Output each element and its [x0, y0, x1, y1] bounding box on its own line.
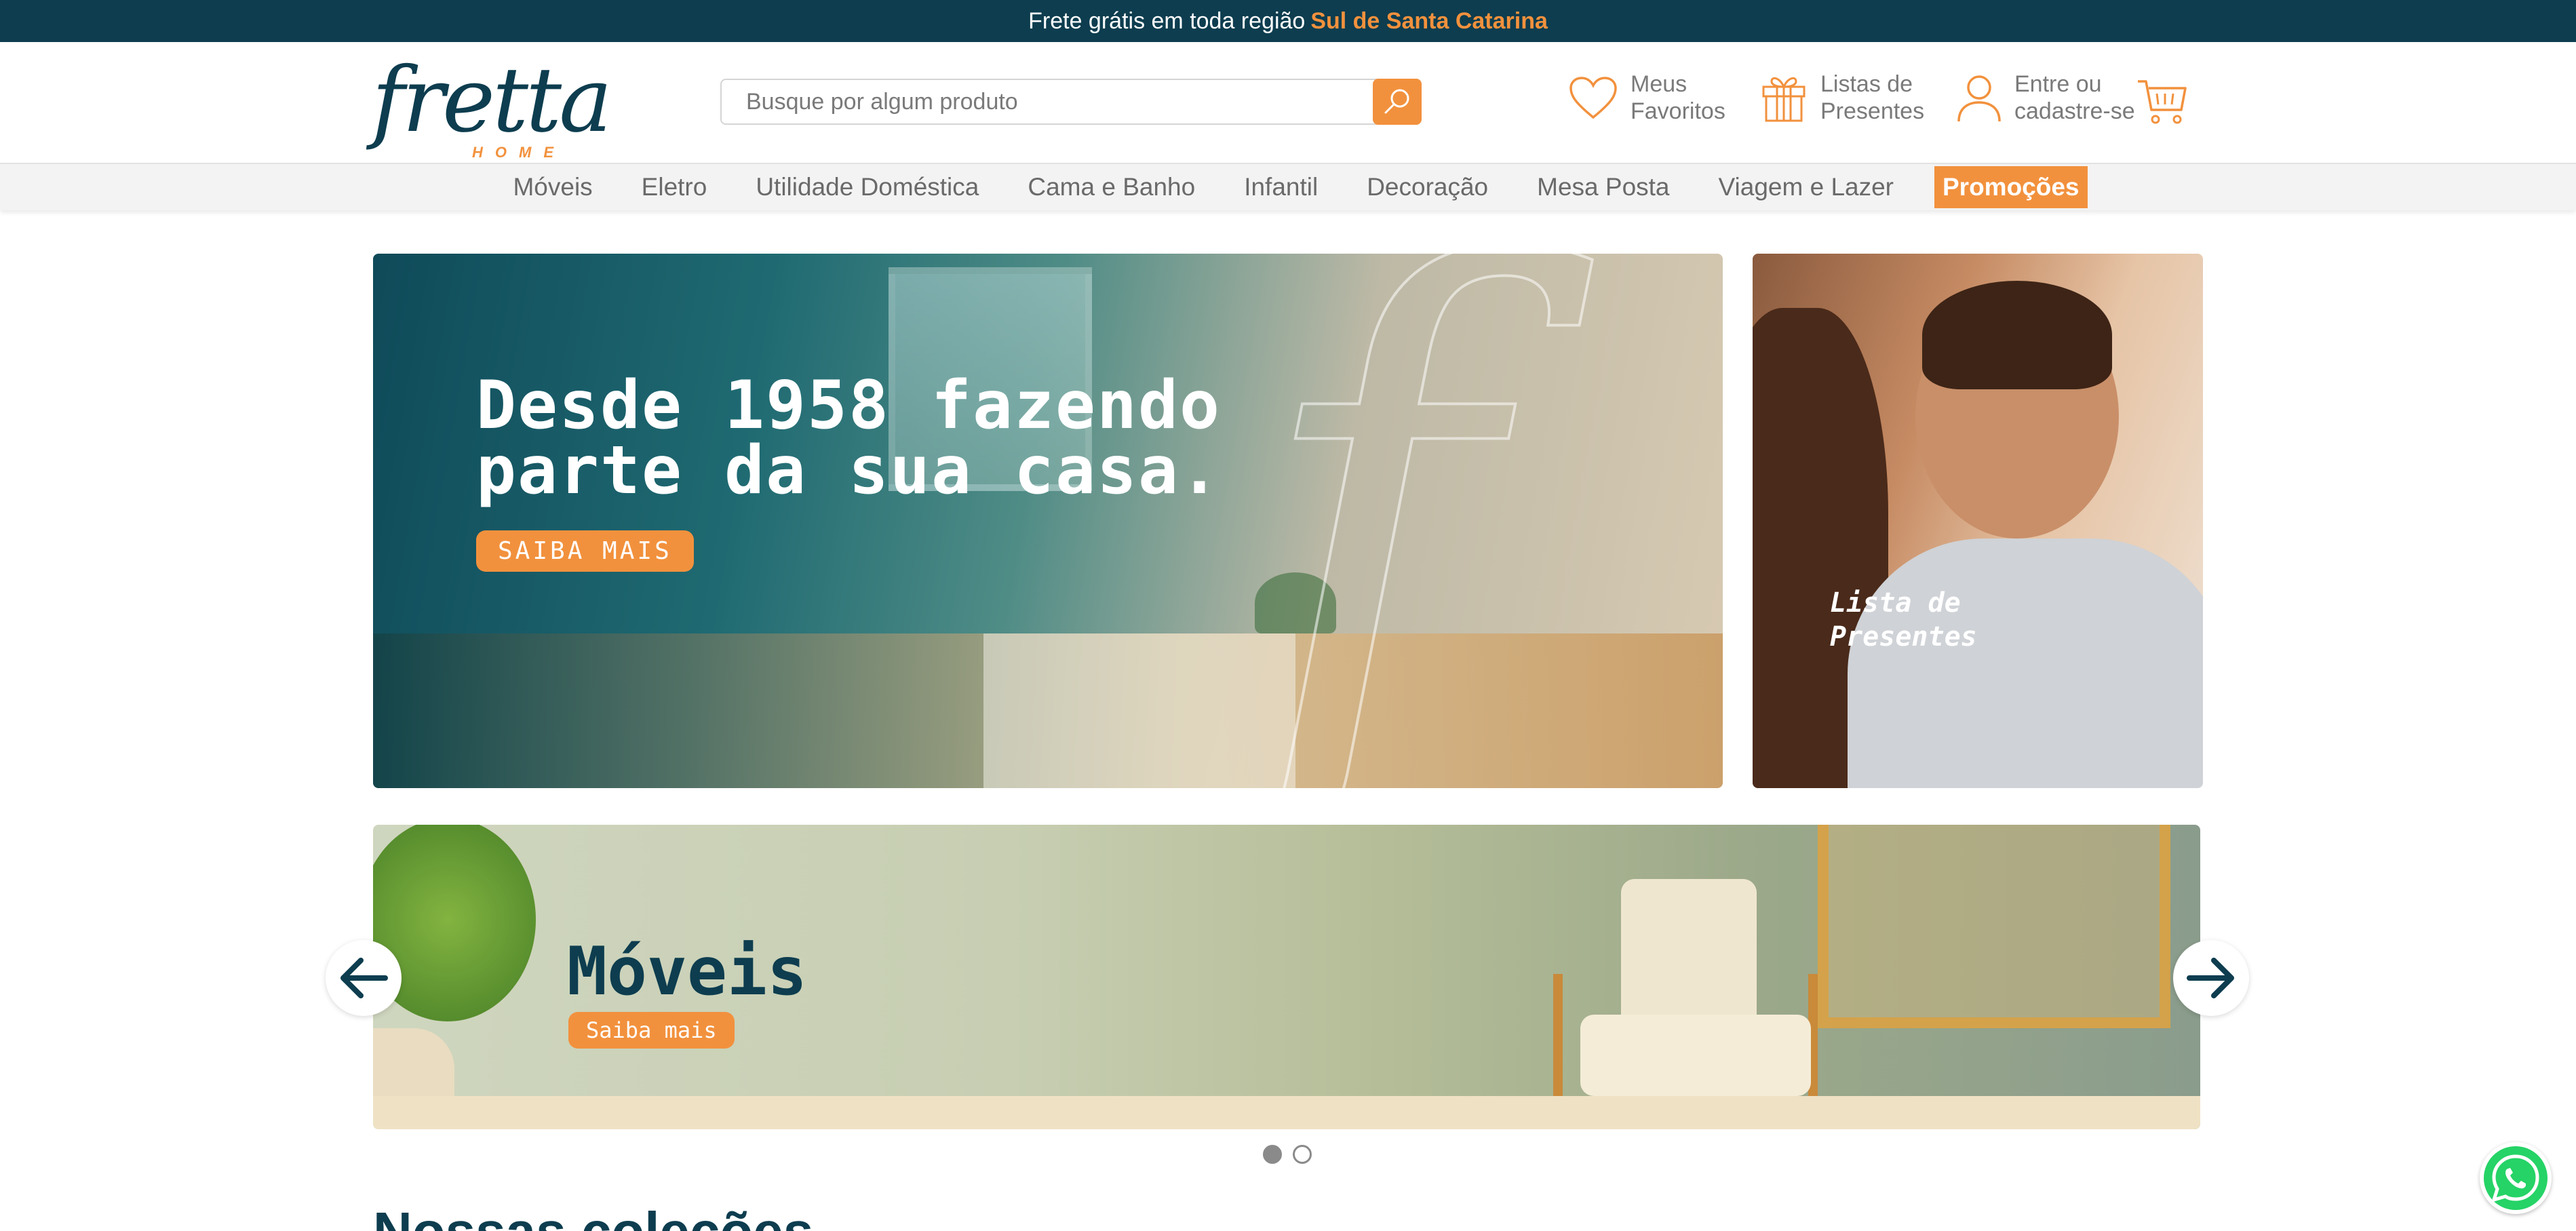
- user-icon: [1957, 75, 2001, 122]
- heart-icon: [1569, 77, 1617, 119]
- nav-item-mesa-posta[interactable]: Mesa Posta: [1513, 166, 1694, 208]
- announcement-bar: Frete grátis em toda região Sul de Santa…: [0, 0, 2576, 42]
- arrow-left-icon: [340, 958, 388, 998]
- logo[interactable]: fretta HOME: [372, 56, 612, 161]
- carousel-title: Móveis: [567, 933, 808, 1011]
- carousel-dot-1[interactable]: [1263, 1145, 1282, 1164]
- whatsapp-icon: [2491, 1154, 2539, 1203]
- man-shirt-image: [1848, 539, 2203, 788]
- search-button[interactable]: [1373, 79, 1422, 125]
- logo-subtitle: HOME: [472, 144, 566, 161]
- cart-button[interactable]: [2136, 77, 2188, 130]
- cart-icon: [2138, 80, 2187, 124]
- carousel-dot-2[interactable]: [1293, 1145, 1312, 1164]
- carousel-slide[interactable]: Móveis Saiba mais: [373, 825, 2200, 1129]
- carousel-cta-button[interactable]: Saiba mais: [568, 1012, 735, 1049]
- brand-f-watermark: f: [1247, 254, 1496, 788]
- nav-item-utilidade-domestica[interactable]: Utilidade Doméstica: [731, 166, 1003, 208]
- account-link[interactable]: Entre ou cadastre-se: [1956, 71, 2135, 125]
- gift-icon: [1762, 77, 1806, 122]
- nav-item-decoracao[interactable]: Decoração: [1342, 166, 1513, 208]
- gift-list-banner[interactable]: Lista de Presentes: [1753, 254, 2203, 788]
- favorites-line1: Meus: [1631, 71, 1687, 97]
- account-line1: Entre ou: [2014, 71, 2102, 97]
- armchair-seat: [1580, 1015, 1811, 1096]
- section-title: Nossas coleções: [373, 1200, 813, 1231]
- site-header: fretta HOME Meus Favoritos: [0, 42, 2576, 163]
- hero-cta-button[interactable]: SAIBA MAIS: [476, 530, 694, 572]
- gift-lists-link[interactable]: Listas de Presentes: [1759, 71, 1924, 125]
- account-line2: cadastre-se: [2014, 98, 2135, 124]
- carousel-next-button[interactable]: [2173, 940, 2249, 1016]
- floor-image: [373, 1096, 2200, 1129]
- favorites-line2: Favoritos: [1631, 98, 1725, 124]
- arrow-right-icon: [2187, 958, 2234, 998]
- nav-item-cama-e-banho[interactable]: Cama e Banho: [1003, 166, 1219, 208]
- whatsapp-button[interactable]: [2480, 1142, 2552, 1214]
- hero-banner[interactable]: f Desde 1958 fazendo parte da sua casa. …: [373, 254, 1723, 788]
- logo-wordmark: fretta: [372, 48, 612, 153]
- nav-item-moveis[interactable]: Móveis: [488, 166, 617, 208]
- gift-list-banner-label: Lista de Presentes: [1830, 587, 1977, 652]
- announcement-highlight: Sul de Santa Catarina: [1310, 7, 1548, 34]
- search-bar: [720, 79, 1422, 125]
- armchair-image: [1540, 879, 1824, 1129]
- armchair-cushion: [1621, 879, 1757, 1035]
- hero-title: Desde 1958 fazendo parte da sua casa.: [476, 367, 1222, 509]
- carousel-prev-button[interactable]: [326, 940, 402, 1016]
- shelf-image: [1818, 825, 2170, 1028]
- gift-lists-line1: Listas de: [1820, 71, 1913, 97]
- category-nav: Móveis Eletro Utilidade Doméstica Cama e…: [0, 163, 2576, 210]
- gift-lists-line2: Presentes: [1820, 98, 1925, 124]
- favorites-link[interactable]: Meus Favoritos: [1568, 71, 1725, 125]
- nav-item-infantil[interactable]: Infantil: [1219, 166, 1342, 208]
- nav-item-viagem-e-lazer[interactable]: Viagem e Lazer: [1694, 166, 1918, 208]
- search-input[interactable]: [722, 80, 1373, 123]
- carousel-pagination: [1263, 1145, 1312, 1164]
- search-icon: [1384, 89, 1409, 114]
- man-hair-image: [1922, 281, 2112, 389]
- announcement-text: Frete grátis em toda região: [1028, 7, 1306, 34]
- nav-item-eletro[interactable]: Eletro: [617, 166, 732, 208]
- nav-item-promocoes[interactable]: Promoções: [1934, 166, 2088, 208]
